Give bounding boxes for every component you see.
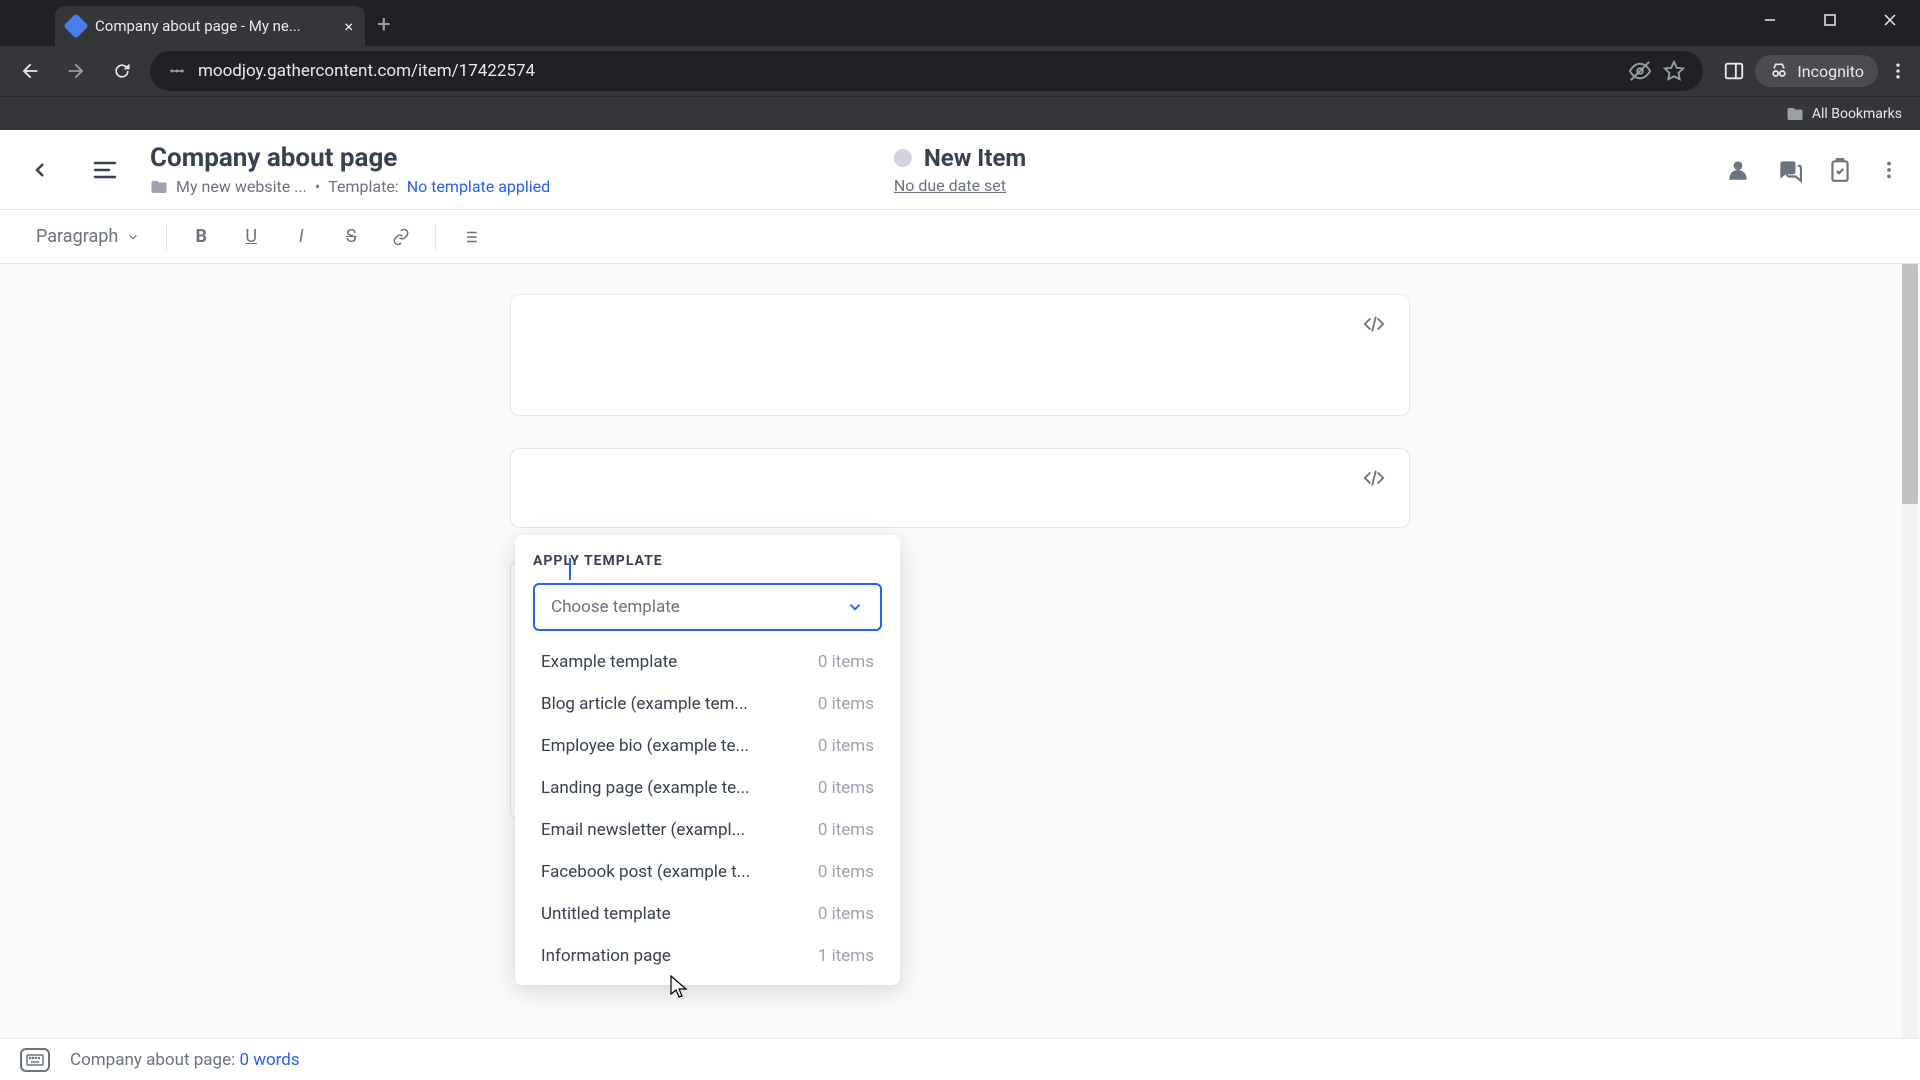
browser-toolbar: moodjoy.gathercontent.com/item/17422574 … (0, 46, 1920, 96)
text-cursor (569, 558, 571, 580)
strikethrough-button[interactable]: S (335, 221, 367, 253)
chevron-down-icon (126, 230, 140, 244)
content-area: + Add files APPLY TEMPLATE Choose templa… (0, 264, 1920, 1038)
status-page-name: Company about page: (70, 1050, 235, 1070)
incognito-badge[interactable]: Incognito (1755, 55, 1878, 87)
apply-template-panel: APPLY TEMPLATE Choose template Example t… (515, 535, 900, 985)
minimize-button[interactable] (1740, 0, 1800, 40)
due-date-link[interactable]: No due date set (894, 176, 1006, 195)
option-count: 0 items (818, 652, 874, 672)
app-back-button[interactable] (20, 150, 60, 190)
template-option[interactable]: Employee bio (example te... 0 items (533, 725, 882, 767)
favicon-icon (63, 13, 88, 38)
template-options-list: Example template0 itemsBlog article (exa… (533, 641, 882, 977)
bookmarks-bar: All Bookmarks (0, 96, 1920, 130)
chevron-down-icon (846, 598, 864, 616)
title-block: Company about page My new website ... • … (150, 143, 550, 196)
bookmark-star-icon[interactable] (1663, 60, 1685, 82)
option-name: Blog article (example tem... (541, 694, 748, 714)
content-field-1[interactable] (510, 294, 1410, 416)
template-option[interactable]: Landing page (example te... 0 items (533, 767, 882, 809)
status-bar-text: Company about page: 0 words (70, 1050, 300, 1070)
app-header: Company about page My new website ... • … (0, 130, 1920, 210)
select-placeholder: Choose template (551, 597, 680, 617)
tab-title: Company about page - My ne... (95, 17, 334, 35)
option-name: Landing page (example te... (541, 778, 750, 798)
template-option[interactable]: Example template 0 items (533, 641, 882, 683)
header-actions (1725, 157, 1900, 183)
option-name: Untitled template (541, 904, 671, 924)
all-bookmarks-link[interactable]: All Bookmarks (1812, 106, 1902, 122)
paragraph-style-select[interactable]: Paragraph (28, 220, 148, 253)
more-menu-icon[interactable] (1878, 159, 1900, 181)
italic-button[interactable]: I (285, 221, 317, 253)
site-info-icon[interactable] (168, 62, 186, 80)
address-bar[interactable]: moodjoy.gathercontent.com/item/17422574 (150, 51, 1703, 91)
option-count: 0 items (818, 820, 874, 840)
clipboard-icon[interactable] (1827, 157, 1853, 183)
status-bar: Company about page: 0 words (0, 1038, 1920, 1080)
template-link[interactable]: No template applied (407, 177, 550, 196)
eye-off-icon[interactable] (1629, 60, 1651, 82)
template-option[interactable]: Blog article (example tem... 0 items (533, 683, 882, 725)
close-tab-icon[interactable]: × (344, 17, 353, 36)
new-tab-button[interactable]: + (377, 10, 391, 38)
url-text: moodjoy.gathercontent.com/item/17422574 (198, 61, 1617, 81)
word-count: 0 words (239, 1050, 299, 1070)
option-name: Facebook post (example t... (541, 862, 750, 882)
template-label: Template: (328, 177, 398, 196)
people-icon[interactable] (1725, 157, 1751, 183)
option-count: 0 items (818, 778, 874, 798)
underline-button[interactable]: U (235, 221, 267, 253)
forward-button[interactable] (58, 53, 94, 89)
maximize-button[interactable] (1800, 0, 1860, 40)
status-title[interactable]: New Item (924, 144, 1026, 172)
content-field-2[interactable] (510, 448, 1410, 528)
side-panel-icon[interactable] (1723, 60, 1745, 82)
item-status: New Item No due date set (894, 144, 1026, 195)
option-count: 0 items (818, 904, 874, 924)
browser-tab[interactable]: Company about page - My ne... × (55, 6, 365, 46)
scrollbar-thumb[interactable] (1902, 264, 1918, 504)
option-name: Email newsletter (exampl... (541, 820, 745, 840)
code-icon[interactable] (1363, 467, 1385, 489)
breadcrumb: My new website ... • Template: No templa… (150, 177, 550, 196)
list-button[interactable] (454, 221, 486, 253)
template-option[interactable]: Email newsletter (exampl... 0 items (533, 809, 882, 851)
incognito-label: Incognito (1797, 62, 1864, 81)
code-icon[interactable] (1363, 313, 1385, 335)
option-count: 0 items (818, 862, 874, 882)
incognito-icon (1769, 61, 1789, 81)
folder-icon (1786, 105, 1804, 123)
keyboard-icon[interactable] (20, 1048, 50, 1072)
breadcrumb-project[interactable]: My new website ... (176, 177, 307, 196)
template-option[interactable]: Untitled template 0 items (533, 893, 882, 935)
link-button[interactable] (385, 221, 417, 253)
close-window-button[interactable] (1860, 0, 1920, 40)
comments-icon[interactable] (1776, 157, 1802, 183)
structure-menu-button[interactable] (80, 145, 130, 195)
option-count: 0 items (818, 736, 874, 756)
browser-chrome: Company about page - My ne... × + moodjo… (0, 0, 1920, 130)
option-count: 1 items (818, 946, 874, 966)
option-name: Information page (541, 946, 671, 966)
chrome-menu-icon[interactable] (1888, 61, 1908, 81)
project-folder-icon (150, 178, 168, 196)
option-count: 0 items (818, 694, 874, 714)
back-button[interactable] (12, 53, 48, 89)
tab-strip: Company about page - My ne... × + (0, 0, 1920, 46)
page-title[interactable]: Company about page (150, 143, 550, 173)
editor-toolbar: Paragraph B U I S (0, 210, 1920, 264)
bold-button[interactable]: B (185, 221, 217, 253)
template-option[interactable]: Information page 1 items (533, 935, 882, 977)
template-option[interactable]: Facebook post (example t... 0 items (533, 851, 882, 893)
reload-button[interactable] (104, 53, 140, 89)
option-name: Example template (541, 652, 677, 672)
option-name: Employee bio (example te... (541, 736, 749, 756)
status-dot-icon[interactable] (894, 149, 912, 167)
panel-heading: APPLY TEMPLATE (533, 553, 882, 569)
template-select[interactable]: Choose template (533, 583, 882, 631)
